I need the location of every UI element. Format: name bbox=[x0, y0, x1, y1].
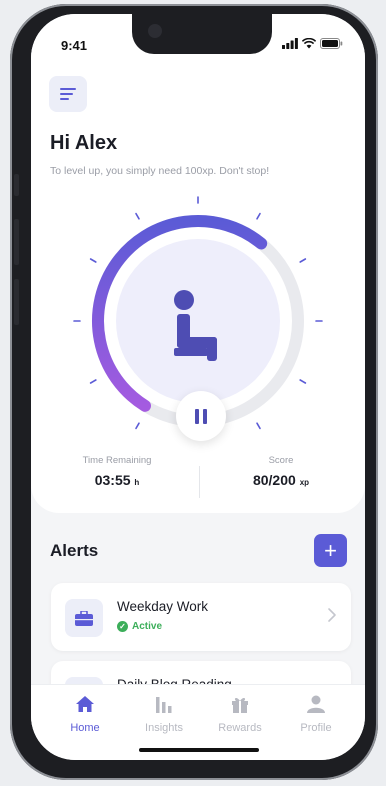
status-icons bbox=[282, 38, 343, 49]
wifi-icon bbox=[302, 38, 316, 49]
level-subtitle: To level up, you simply need 100xp. Don'… bbox=[50, 165, 270, 177]
alert-name: Weekday Work bbox=[117, 599, 209, 614]
time-remaining-label: Time Remaining bbox=[82, 455, 152, 466]
pause-button[interactable] bbox=[176, 391, 226, 441]
tick-mark bbox=[135, 422, 140, 430]
chevron-right-icon bbox=[328, 608, 336, 622]
greeting-title: Hi Alex bbox=[50, 132, 118, 154]
check-circle-icon: ✓ bbox=[117, 621, 128, 632]
alerts-title: Alerts bbox=[50, 541, 99, 560]
time-remaining-stat: Time Remaining 03:55 h bbox=[42, 455, 192, 488]
tab-insights[interactable]: Insights bbox=[129, 695, 199, 734]
home-icon bbox=[76, 696, 94, 712]
tick-mark bbox=[256, 212, 261, 220]
alert-status: ✓ Active bbox=[117, 621, 162, 632]
tab-insights-label: Insights bbox=[145, 722, 183, 734]
home-indicator bbox=[139, 748, 259, 752]
add-alert-button[interactable]: + bbox=[314, 534, 347, 567]
app-screen: 9:41 Hi Alex To level up, you simply nee… bbox=[31, 14, 365, 760]
battery-icon bbox=[320, 38, 343, 49]
tick-mark bbox=[135, 212, 140, 220]
gift-icon bbox=[232, 697, 248, 713]
menu-button[interactable] bbox=[49, 76, 87, 112]
time-remaining-value: 03:55 h bbox=[94, 472, 140, 488]
tick-mark bbox=[256, 422, 261, 430]
tab-rewards-label: Rewards bbox=[218, 722, 262, 734]
volume-down-button bbox=[14, 279, 19, 325]
notch bbox=[132, 14, 272, 54]
volume-up-button bbox=[14, 219, 19, 265]
tab-profile-label: Profile bbox=[300, 722, 332, 734]
alert-status-label: Active bbox=[132, 621, 163, 632]
camera-dot bbox=[148, 24, 162, 38]
signal-icon bbox=[282, 38, 298, 49]
score-stat: Score 80/200 xp bbox=[206, 455, 356, 488]
tick-mark bbox=[299, 379, 307, 384]
alert-item-weekday-work[interactable]: Weekday Work ✓ Active bbox=[51, 583, 351, 651]
tab-rewards[interactable]: Rewards bbox=[205, 695, 275, 734]
score-value: 80/200 xp bbox=[252, 472, 310, 488]
status-time: 9:41 bbox=[61, 38, 88, 53]
tab-profile[interactable]: Profile bbox=[281, 695, 351, 734]
hamburger-icon bbox=[60, 88, 76, 100]
bar-chart-icon bbox=[156, 697, 172, 713]
tick-mark bbox=[299, 258, 307, 263]
mute-switch bbox=[14, 174, 19, 196]
briefcase-icon bbox=[65, 599, 103, 637]
tab-home[interactable]: Home bbox=[50, 695, 120, 734]
stat-divider bbox=[199, 466, 200, 498]
tab-home-label: Home bbox=[70, 722, 100, 734]
pause-icon bbox=[195, 408, 207, 424]
tick-mark bbox=[89, 258, 97, 263]
score-label: Score bbox=[268, 455, 294, 466]
tick-mark bbox=[89, 379, 97, 384]
timer-inner-disc bbox=[116, 239, 280, 403]
user-icon bbox=[307, 695, 325, 713]
